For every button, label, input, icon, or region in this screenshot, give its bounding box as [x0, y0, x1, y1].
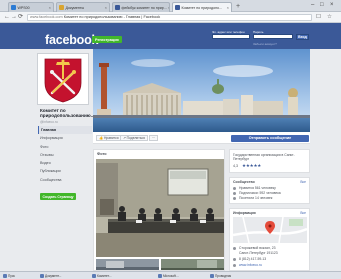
nav-item-posts[interactable]: Публикации — [38, 167, 92, 175]
community-card: Сообщество Все Нравится 561 человеку Под… — [229, 177, 310, 204]
nav-item-photos[interactable]: Фото — [38, 143, 92, 151]
photo-thumbnail[interactable] — [161, 259, 224, 271]
reload-button[interactable]: ⟳ — [18, 13, 23, 22]
about-card: Государственная организация в Санкт-Пете… — [229, 149, 310, 173]
rating-stars[interactable]: ★★★★★ — [242, 163, 261, 169]
create-page-button[interactable]: Создать Страницу — [40, 193, 77, 200]
photos-title: Фото — [97, 152, 107, 156]
nav-item-info[interactable]: Информация — [38, 134, 92, 142]
close-tab-icon[interactable]: × — [48, 5, 51, 10]
nav-item-reviews[interactable]: Отзывы — [38, 151, 92, 159]
new-tab-button[interactable]: + — [236, 3, 240, 10]
website-link[interactable]: www.infoeco.ru — [239, 263, 262, 267]
address-bar-row: ← → ⟳ www.facebook.com Комитет по природ… — [0, 12, 341, 23]
taskbar-item[interactable]: Документ... — [40, 273, 78, 279]
browser-tab[interactable]: WPS00 × — [8, 2, 54, 12]
facebook-favicon-icon — [115, 5, 120, 10]
url-page-title: Комитет по природопользованию - Главная … — [63, 15, 161, 19]
nav-item-videos[interactable]: Видео — [38, 159, 92, 167]
location-pin-icon — [233, 247, 236, 250]
phone-icon — [233, 258, 236, 261]
community-likes: Нравится 561 человеку — [239, 186, 276, 190]
reading-view-icon[interactable]: ☐ — [316, 13, 321, 22]
nav-item-home[interactable]: Главная — [38, 126, 92, 135]
close-window-button[interactable]: × — [330, 1, 334, 9]
meeting-photo[interactable] — [96, 159, 224, 257]
facebook-logo[interactable]: facebook — [45, 33, 98, 47]
info-card: Информация Все Сторожевой вокзал, 23 Сан… — [229, 208, 310, 271]
send-message-button[interactable]: Отправить сообщение — [231, 135, 309, 142]
taskbar: Пуск Документ... Комитет... Microsoft...… — [0, 271, 341, 279]
nav-item-communities[interactable]: Сообщества — [38, 176, 92, 184]
tab-favicon-icon — [11, 5, 16, 10]
facebook-header: facebook Регистрация Эл. адрес или телеф… — [0, 23, 341, 49]
photo-thumbnail[interactable] — [96, 259, 159, 271]
close-tab-icon[interactable]: × — [167, 5, 169, 10]
info-see-all-link[interactable]: Все — [300, 211, 306, 215]
page-title[interactable]: Комитет по природопользованию... — [40, 108, 95, 118]
email-field[interactable] — [212, 34, 250, 39]
community-followers: Подписчики: 592 человека — [239, 191, 281, 195]
location-map[interactable] — [233, 217, 307, 243]
globe-icon — [233, 264, 236, 267]
info-title: Информация — [233, 211, 256, 215]
browser-tab[interactable]: Документы × — [56, 2, 110, 12]
like-button[interactable]: 👍 Нравится — [96, 135, 122, 141]
browser-tab-active[interactable]: Комитет по природопо... × — [172, 2, 232, 12]
browser-tab[interactable]: фейсбук комитет по прир... × — [112, 2, 170, 12]
phone-number[interactable]: 8 (812) 417-59-13 — [239, 257, 266, 261]
register-button[interactable]: Регистрация — [92, 36, 122, 43]
left-nav: Главная Информация Фото Отзывы Видео Пуб… — [38, 126, 92, 184]
community-checkins: Посетили 14 человек — [239, 196, 273, 200]
close-tab-icon[interactable]: × — [226, 5, 229, 10]
url-input[interactable]: www.facebook.com Комитет по природопольз… — [27, 14, 312, 21]
cover-image — [93, 49, 310, 132]
page-avatar[interactable] — [37, 53, 89, 105]
forward-button[interactable]: → — [11, 13, 17, 22]
close-tab-icon[interactable]: × — [104, 5, 107, 10]
page-category[interactable]: Государственная организация в Санкт-Пете… — [233, 153, 307, 161]
cover-photo[interactable] — [93, 49, 310, 132]
login-button[interactable]: Вход — [296, 34, 309, 40]
follower-icon — [233, 192, 236, 195]
browser-tab-bar: WPS00 × Документы × фейсбук комитет по п… — [0, 0, 341, 12]
like-icon — [233, 187, 236, 190]
photos-panel: Фото — [93, 149, 225, 271]
taskbar-item[interactable]: Microsoft... — [158, 273, 198, 279]
back-button[interactable]: ← — [4, 13, 10, 22]
url-domain: www.facebook.com — [30, 15, 63, 19]
facebook-favicon-icon — [175, 5, 180, 10]
taskbar-item[interactable]: Проводник — [210, 273, 246, 279]
minimize-button[interactable]: – — [311, 1, 314, 9]
community-see-all-link[interactable]: Все — [300, 180, 306, 184]
community-title: Сообщество — [233, 180, 255, 184]
start-button[interactable]: Пуск — [3, 273, 21, 279]
coat-of-arms-icon — [44, 58, 82, 103]
folder-icon — [59, 5, 64, 10]
address-line-1[interactable]: Сторожевой вокзал, 23 — [239, 246, 275, 250]
page-handle[interactable]: @infoeco.ru — [40, 120, 58, 124]
checkin-icon — [233, 197, 236, 200]
address-line-2[interactable]: Санкт-Петербург 191123 — [239, 251, 278, 255]
password-field[interactable] — [253, 34, 293, 39]
taskbar-item[interactable]: Комитет... — [92, 273, 132, 279]
maximize-button[interactable]: □ — [320, 1, 324, 9]
star-icon[interactable]: ☆ — [327, 13, 332, 22]
more-options-button[interactable]: ··· — [149, 135, 159, 141]
rating-value: 4,3 — [233, 164, 238, 168]
share-button[interactable]: ↗ Поделиться — [120, 135, 148, 141]
forgot-account-link[interactable]: Забыли аккаунт? — [253, 42, 277, 46]
